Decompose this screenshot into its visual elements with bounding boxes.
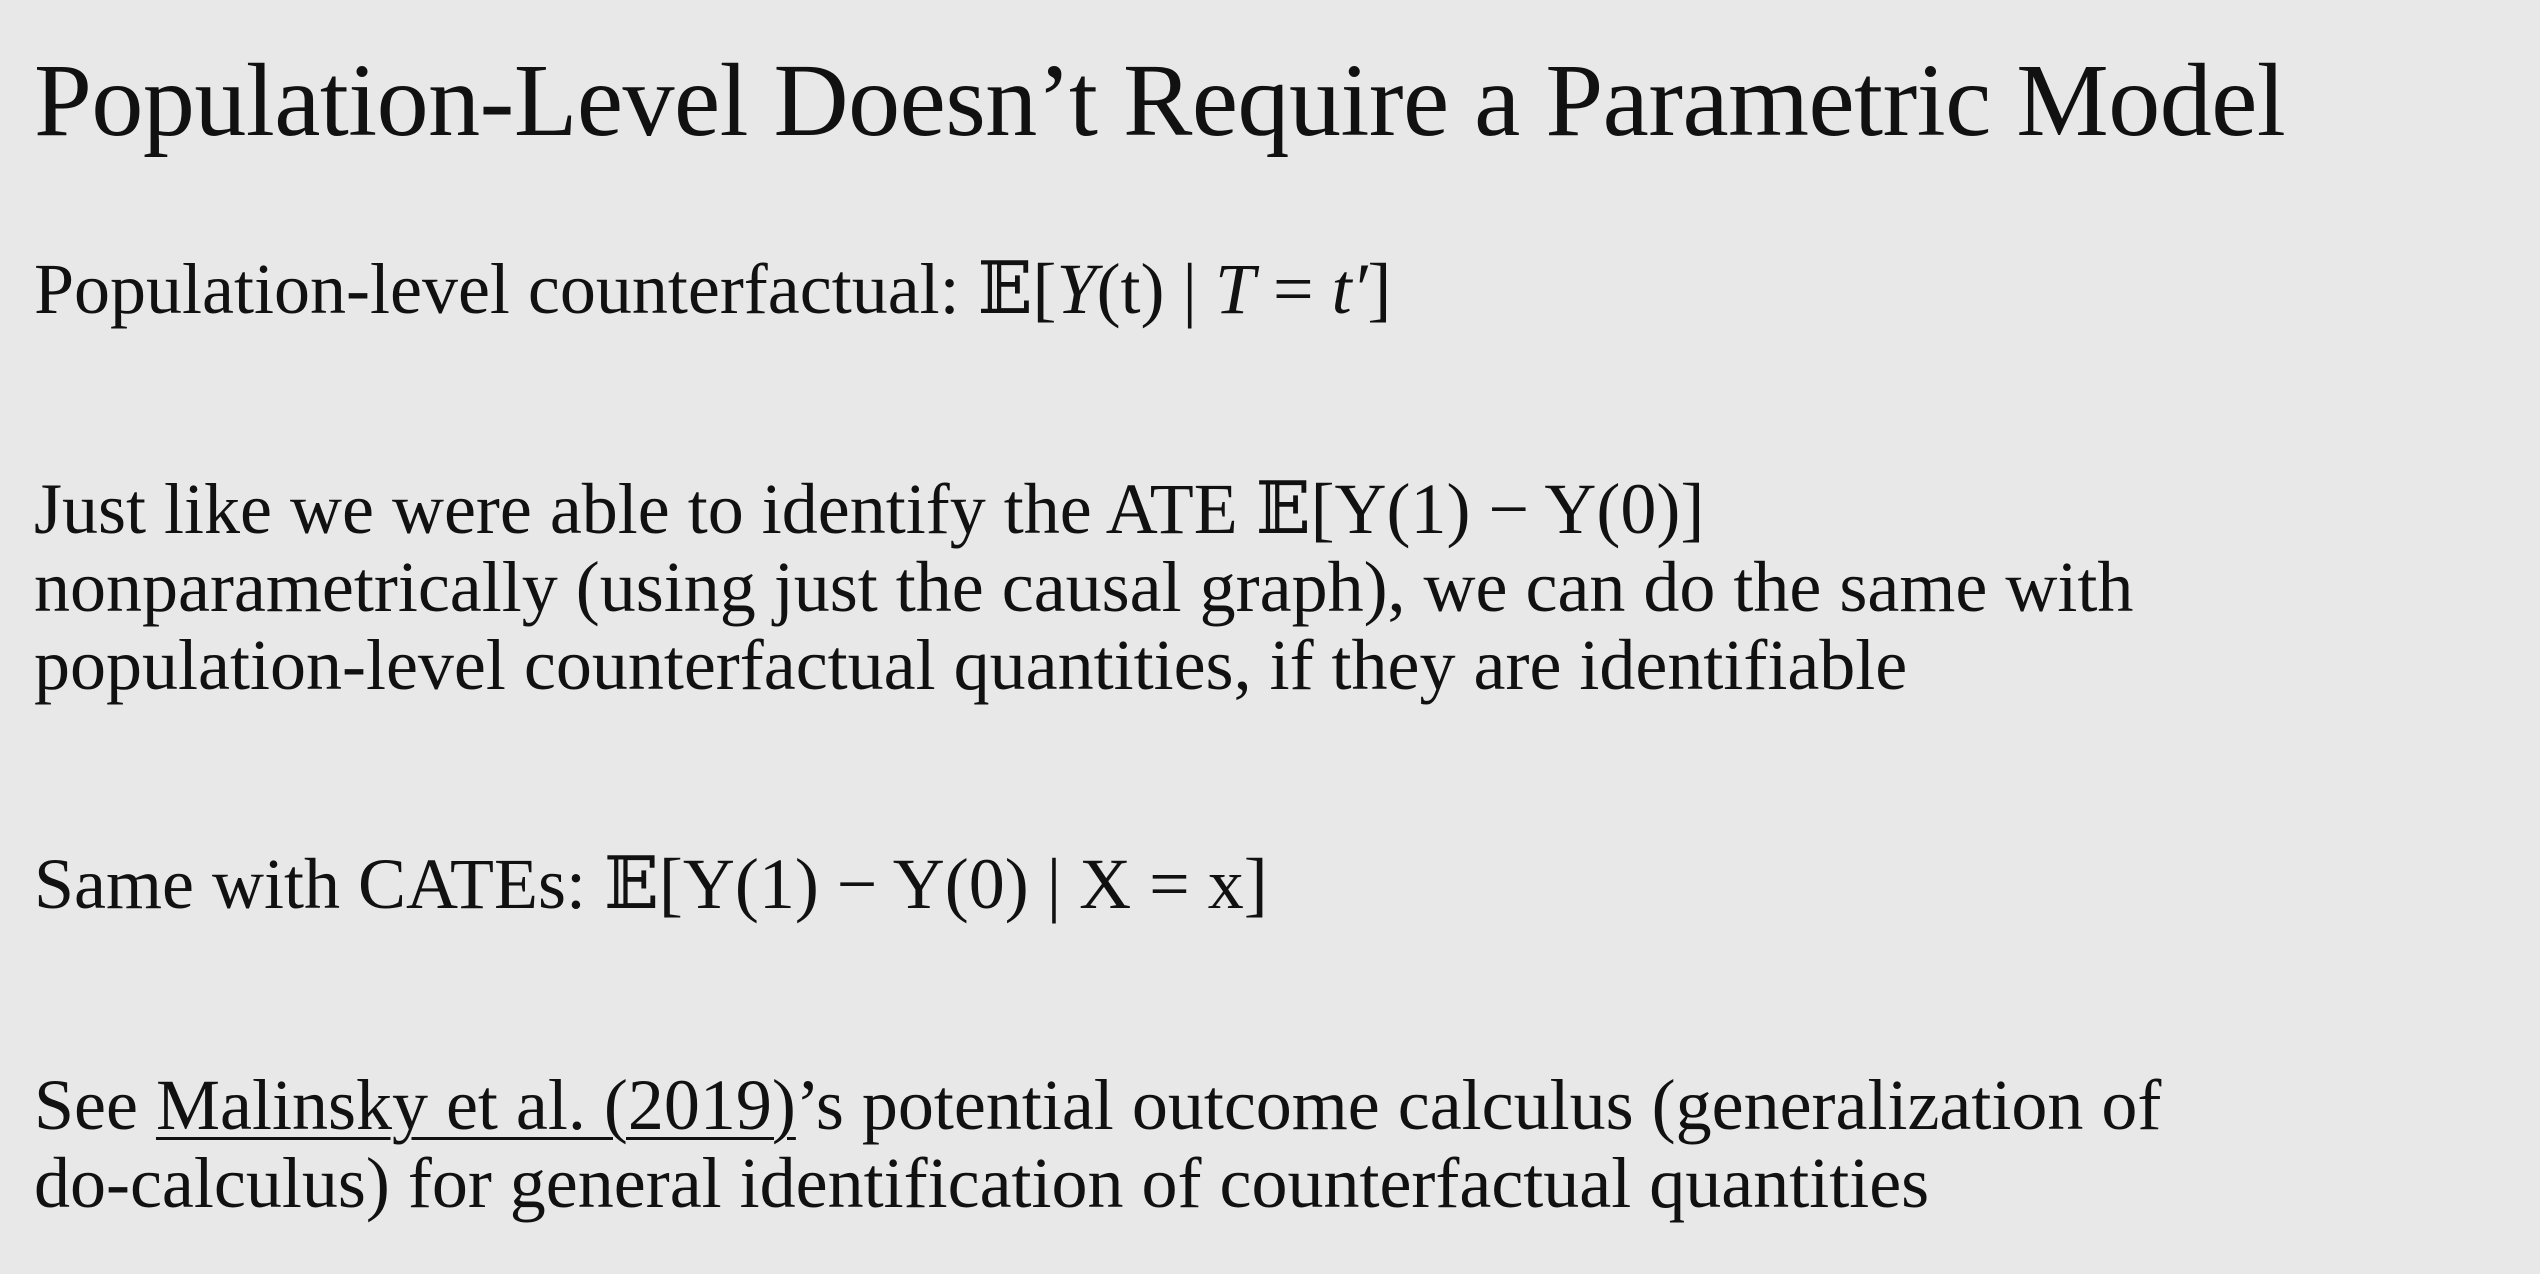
- paragraph-po-calculus: See Malinsky et al. (2019)’s potential o…: [34, 1066, 2161, 1222]
- population-counterfactual-formula: 𝔼[Y(t) | T = t′]: [978, 249, 1392, 329]
- formula-arg: (t) |: [1096, 249, 1215, 329]
- cate-text: Same with CATEs:: [34, 844, 586, 924]
- po-calculus-line-2: do-calculus) for general identification …: [34, 1143, 1930, 1223]
- slide: Population-Level Doesn’t Require a Param…: [0, 0, 2540, 1274]
- expectation-close: ]: [1367, 249, 1392, 329]
- malinsky-link[interactable]: Malinsky et al. (2019): [156, 1065, 796, 1145]
- paragraph-ate-identification: Just like we were able to identify the A…: [34, 470, 2133, 704]
- paragraph-population-counterfactual: Population-level counterfactual: 𝔼[Y(t) |…: [34, 250, 1391, 328]
- formula-t: T: [1214, 249, 1255, 329]
- see-prefix: See: [34, 1065, 156, 1145]
- paragraph-cate: Same with CATEs: 𝔼[Y(1) − Y(0) | X = x]: [34, 845, 1268, 923]
- formula-eq: =: [1255, 249, 1332, 329]
- ate-line-3: population-level counterfactual quantiti…: [34, 625, 1908, 705]
- cate-formula: 𝔼[Y(1) − Y(0) | X = x]: [604, 844, 1268, 924]
- ate-text: Just like we were able to identify the A…: [34, 469, 1238, 549]
- formula-y: Y: [1056, 249, 1097, 329]
- po-calculus-line-1-rest: ’s potential outcome calculus (generaliz…: [795, 1065, 2162, 1145]
- population-counterfactual-text: Population-level counterfactual:: [34, 249, 960, 329]
- ate-line-2: nonparametrically (using just the causal…: [34, 547, 2134, 627]
- ate-formula: 𝔼[Y(1) − Y(0)]: [1255, 469, 1705, 549]
- formula-tprime: t′: [1331, 249, 1368, 329]
- expectation-open: 𝔼[: [977, 249, 1057, 329]
- slide-title: Population-Level Doesn’t Require a Param…: [34, 43, 2286, 158]
